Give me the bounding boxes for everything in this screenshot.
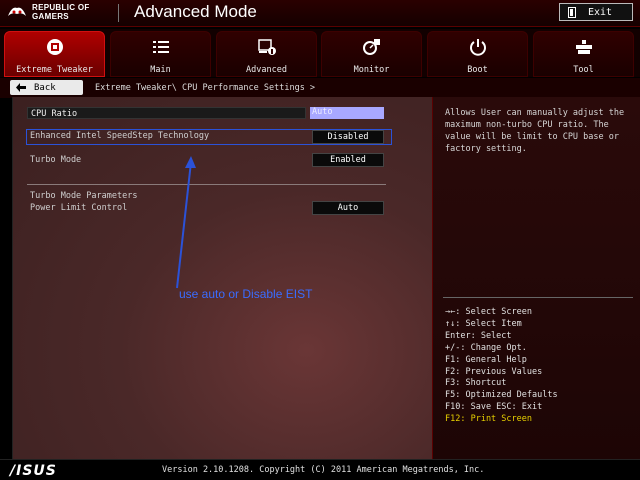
tab-monitor[interactable]: Monitor <box>321 31 422 77</box>
version-text: Version 2.10.1208. Copyright (C) 2011 Am… <box>162 465 485 475</box>
list-icon <box>153 41 169 53</box>
breadcrumb: Extreme Tweaker\ CPU Performance Setting… <box>95 83 316 93</box>
back-label: Back <box>34 82 56 93</box>
exit-door-icon <box>568 6 576 18</box>
key-f2: F2: Previous Values <box>445 366 543 377</box>
tab-bar: Extreme Tweaker Main Advanced Monitor Bo… <box>0 29 640 77</box>
cpu-ratio-row[interactable]: CPU Ratio <box>27 107 306 119</box>
tab-label: Extreme Tweaker <box>16 65 93 75</box>
brand-name: REPUBLIC OF GAMERS <box>32 3 90 21</box>
key-f3: F3: Shortcut <box>445 378 507 389</box>
tab-advanced[interactable]: Advanced <box>216 31 317 77</box>
title-bar: REPUBLIC OF GAMERS Advanced Mode Exit <box>0 0 640 27</box>
tool-icon <box>576 40 592 54</box>
page-title: Advanced Mode <box>134 2 257 21</box>
annotation-arrow-icon <box>176 156 196 289</box>
brand-line-1: REPUBLIC OF <box>32 3 90 12</box>
tab-main[interactable]: Main <box>110 31 211 77</box>
power-limit-value-button[interactable]: Auto <box>312 201 384 215</box>
power-icon <box>470 39 486 56</box>
settings-panel: CPU Ratio Auto Enhanced Intel SpeedStep … <box>12 97 432 459</box>
key-legend: →←: Select Screen ↑↓: Select Item Enter:… <box>445 307 558 426</box>
brand-line-2: GAMERS <box>32 12 69 21</box>
exit-label: Exit <box>588 6 613 18</box>
exit-button[interactable]: Exit <box>559 3 633 21</box>
tab-tool[interactable]: Tool <box>533 31 634 77</box>
help-panel: Allows User can manually adjust the maxi… <box>432 97 640 459</box>
eist-value-button[interactable]: Disabled <box>312 130 384 144</box>
key-select-screen: →←: Select Screen <box>445 307 532 317</box>
footer: /ISUS Version 2.10.1208. Copyright (C) 2… <box>0 459 640 480</box>
title-divider <box>118 4 119 22</box>
back-button[interactable]: Back <box>10 80 83 95</box>
asus-logo: /ISUS <box>10 463 57 479</box>
help-divider <box>443 297 633 298</box>
turbo-mode-value-button[interactable]: Enabled <box>312 153 384 167</box>
annotation-text: use auto or Disable EIST <box>179 287 313 301</box>
key-enter: Enter: Select <box>445 330 512 341</box>
key-f10: F10: Save ESC: Exit <box>445 402 543 413</box>
cpu-ratio-input[interactable]: Auto <box>310 107 384 119</box>
key-select-item: ↑↓: Select Item <box>445 318 522 329</box>
turbo-mode-label: Turbo Mode <box>30 155 82 165</box>
turbo-params-header: Turbo Mode Parameters <box>30 191 138 201</box>
monitor-gauge-icon <box>363 39 380 55</box>
navigation-bar: Back Extreme Tweaker\ CPU Performance Se… <box>0 78 640 98</box>
eist-label: Enhanced Intel SpeedStep Technology <box>30 131 210 141</box>
tab-boot[interactable]: Boot <box>427 31 528 77</box>
key-change-opt: +/-: Change Opt. <box>445 342 527 353</box>
tab-label: Advanced <box>246 65 287 75</box>
tab-label: Boot <box>467 65 488 75</box>
power-limit-label: Power Limit Control <box>30 203 128 213</box>
help-description: Allows User can manually adjust the maxi… <box>445 108 625 154</box>
key-f12: F12: Print Screen <box>445 414 532 425</box>
tab-label: Monitor <box>353 65 390 75</box>
cpu-ratio-label: CPU Ratio <box>31 109 78 119</box>
rog-logo-icon <box>8 7 26 17</box>
key-f1: F1: General Help <box>445 354 527 365</box>
tab-label: Tool <box>573 65 594 75</box>
advanced-settings-icon <box>258 39 276 55</box>
tab-extreme-tweaker[interactable]: Extreme Tweaker <box>4 31 105 77</box>
back-arrow-icon <box>16 83 26 92</box>
tab-label: Main <box>150 65 171 75</box>
extreme-tweaker-icon <box>47 39 63 55</box>
key-f5: F5: Optimized Defaults <box>445 390 558 401</box>
